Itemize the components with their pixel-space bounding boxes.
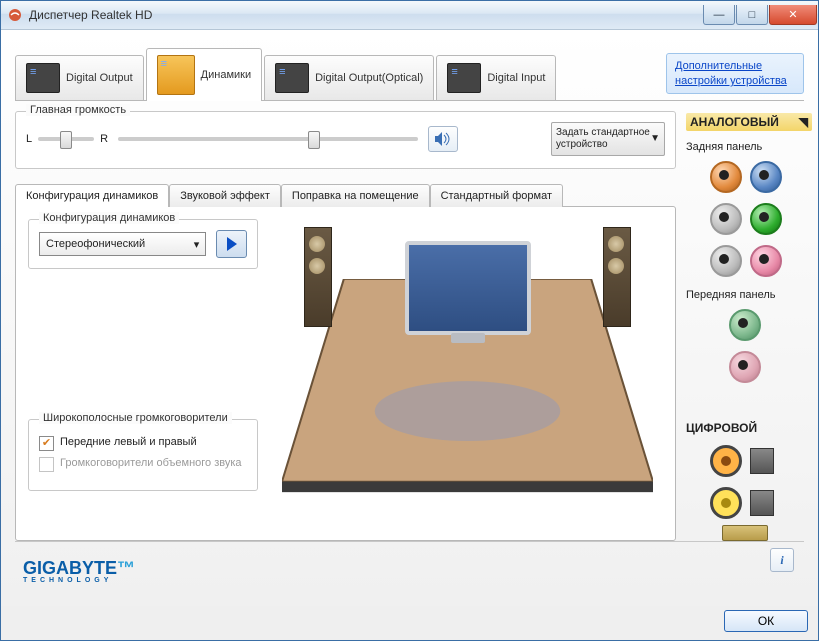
titlebar: Диспетчер Realtek HD — □ ✕ xyxy=(1,1,818,30)
tab-label: Digital Input xyxy=(487,72,545,84)
speaker-config-group: Конфигурация динамиков Стереофонический … xyxy=(28,219,258,269)
checkbox-label: Передние левый и правый xyxy=(60,436,197,448)
tab-label: Поправка на помещение xyxy=(292,190,419,202)
speaker-stage xyxy=(272,219,663,528)
tab-label: Стандартный формат xyxy=(441,190,552,202)
connector-panel: АНАЛОГОВЫЙ◥ Задняя панель Передняя панел… xyxy=(686,111,804,541)
tab-speaker-config[interactable]: Конфигурация динамиков xyxy=(15,184,169,207)
monitor-graphic xyxy=(405,241,531,335)
balance-slider[interactable] xyxy=(38,137,94,141)
set-default-button[interactable]: Задать стандартное устройство ▼ xyxy=(551,122,665,156)
jack-optical-2[interactable] xyxy=(750,490,774,516)
link-text: Дополнительные настройки устройства xyxy=(675,60,787,88)
minimize-button[interactable]: — xyxy=(703,5,735,25)
device-icon xyxy=(26,63,60,93)
checkbox-front[interactable]: ✔ xyxy=(39,436,54,451)
tab-room-correction[interactable]: Поправка на помещение xyxy=(281,184,430,207)
tab-label: Звуковой эффект xyxy=(180,190,270,202)
jack-hdmi[interactable] xyxy=(722,525,768,541)
jack-optical-1[interactable] xyxy=(750,448,774,474)
tab-default-format[interactable]: Стандартный формат xyxy=(430,184,563,207)
jack-back-grey[interactable] xyxy=(710,203,742,235)
slider-thumb[interactable] xyxy=(308,131,320,149)
mute-button[interactable] xyxy=(428,126,458,152)
maximize-button[interactable]: □ xyxy=(736,5,768,25)
tab-sound-effect[interactable]: Звуковой эффект xyxy=(169,184,281,207)
jack-front-pink[interactable] xyxy=(729,351,761,383)
tab-digital-output-optical[interactable]: Digital Output(Optical) xyxy=(264,55,434,100)
config-panel: Конфигурация динамиков Стереофонический … xyxy=(15,206,676,541)
app-window: Диспетчер Realtek HD — □ ✕ Digital Outpu… xyxy=(0,0,819,641)
front-panel-label: Передняя панель xyxy=(686,289,776,301)
right-speaker-graphic[interactable] xyxy=(603,227,631,327)
ok-button[interactable]: ОК xyxy=(724,610,808,632)
jack-front-green[interactable] xyxy=(729,309,761,341)
flag-icon: ◥ xyxy=(799,115,808,129)
jack-back-black[interactable] xyxy=(710,245,742,277)
group-legend: Главная громкость xyxy=(26,104,130,116)
device-icon xyxy=(447,63,481,93)
advanced-settings-link[interactable]: Дополнительные настройки устройства xyxy=(666,53,804,95)
chevron-down-icon: ▼ xyxy=(650,133,660,145)
chevron-down-icon: ▾ xyxy=(194,238,200,251)
jack-digital-coax-1[interactable] xyxy=(710,445,742,477)
jack-back-orange[interactable] xyxy=(710,161,742,193)
tab-label: Digital Output xyxy=(66,72,133,84)
speaker-config-dropdown[interactable]: Стереофонический ▾ xyxy=(39,232,206,256)
play-icon xyxy=(227,237,237,251)
brand-logo: GIGABYTE™ TECHNOLOGY xyxy=(23,559,135,584)
footer: GIGABYTE™ TECHNOLOGY i xyxy=(15,541,804,600)
main-volume-group: Главная громкость L R Зада xyxy=(15,111,676,169)
analog-header: АНАЛОГОВЫЙ◥ xyxy=(686,113,812,131)
slider-thumb[interactable] xyxy=(60,131,72,149)
close-button[interactable]: ✕ xyxy=(769,5,817,25)
button-label: Задать стандартное устройство xyxy=(556,127,650,151)
info-button[interactable]: i xyxy=(770,548,794,572)
window-title: Диспетчер Realtek HD xyxy=(29,8,703,22)
digital-header: ЦИФРОВОЙ xyxy=(686,421,757,435)
left-speaker-graphic[interactable] xyxy=(304,227,332,327)
device-tabs: Digital Output Динамики Digital Output(O… xyxy=(15,44,804,101)
tab-label: Динамики xyxy=(201,69,251,81)
jack-back-pink[interactable] xyxy=(750,245,782,277)
label-left: L xyxy=(26,133,32,145)
dialog-buttons: ОК xyxy=(1,606,818,640)
tab-speakers[interactable]: Динамики xyxy=(146,48,262,101)
tab-digital-output[interactable]: Digital Output xyxy=(15,55,144,100)
tab-label: Конфигурация динамиков xyxy=(26,190,158,202)
device-icon xyxy=(275,63,309,93)
label-right: R xyxy=(100,133,108,145)
speaker-icon xyxy=(434,131,452,147)
jack-back-blue[interactable] xyxy=(750,161,782,193)
speakers-icon xyxy=(157,55,195,95)
balance-control: L R xyxy=(26,133,108,145)
checkbox-surround xyxy=(39,457,54,472)
dropdown-value: Стереофонический xyxy=(46,238,145,250)
group-legend: Широкополосные громкоговорители xyxy=(39,412,232,424)
back-panel-label: Задняя панель xyxy=(686,141,762,153)
tab-digital-input[interactable]: Digital Input xyxy=(436,55,556,100)
group-legend: Конфигурация динамиков xyxy=(39,212,179,224)
checkbox-label: Громкоговорители объемного звука xyxy=(60,457,242,469)
config-tabs: Конфигурация динамиков Звуковой эффект П… xyxy=(15,183,676,206)
play-test-button[interactable] xyxy=(216,230,247,258)
fullrange-group: Широкополосные громкоговорители ✔ Передн… xyxy=(28,419,258,491)
jack-back-green[interactable] xyxy=(750,203,782,235)
app-icon xyxy=(7,7,23,23)
tab-label: Digital Output(Optical) xyxy=(315,72,423,84)
volume-slider[interactable] xyxy=(118,137,418,141)
jack-digital-coax-2[interactable] xyxy=(710,487,742,519)
